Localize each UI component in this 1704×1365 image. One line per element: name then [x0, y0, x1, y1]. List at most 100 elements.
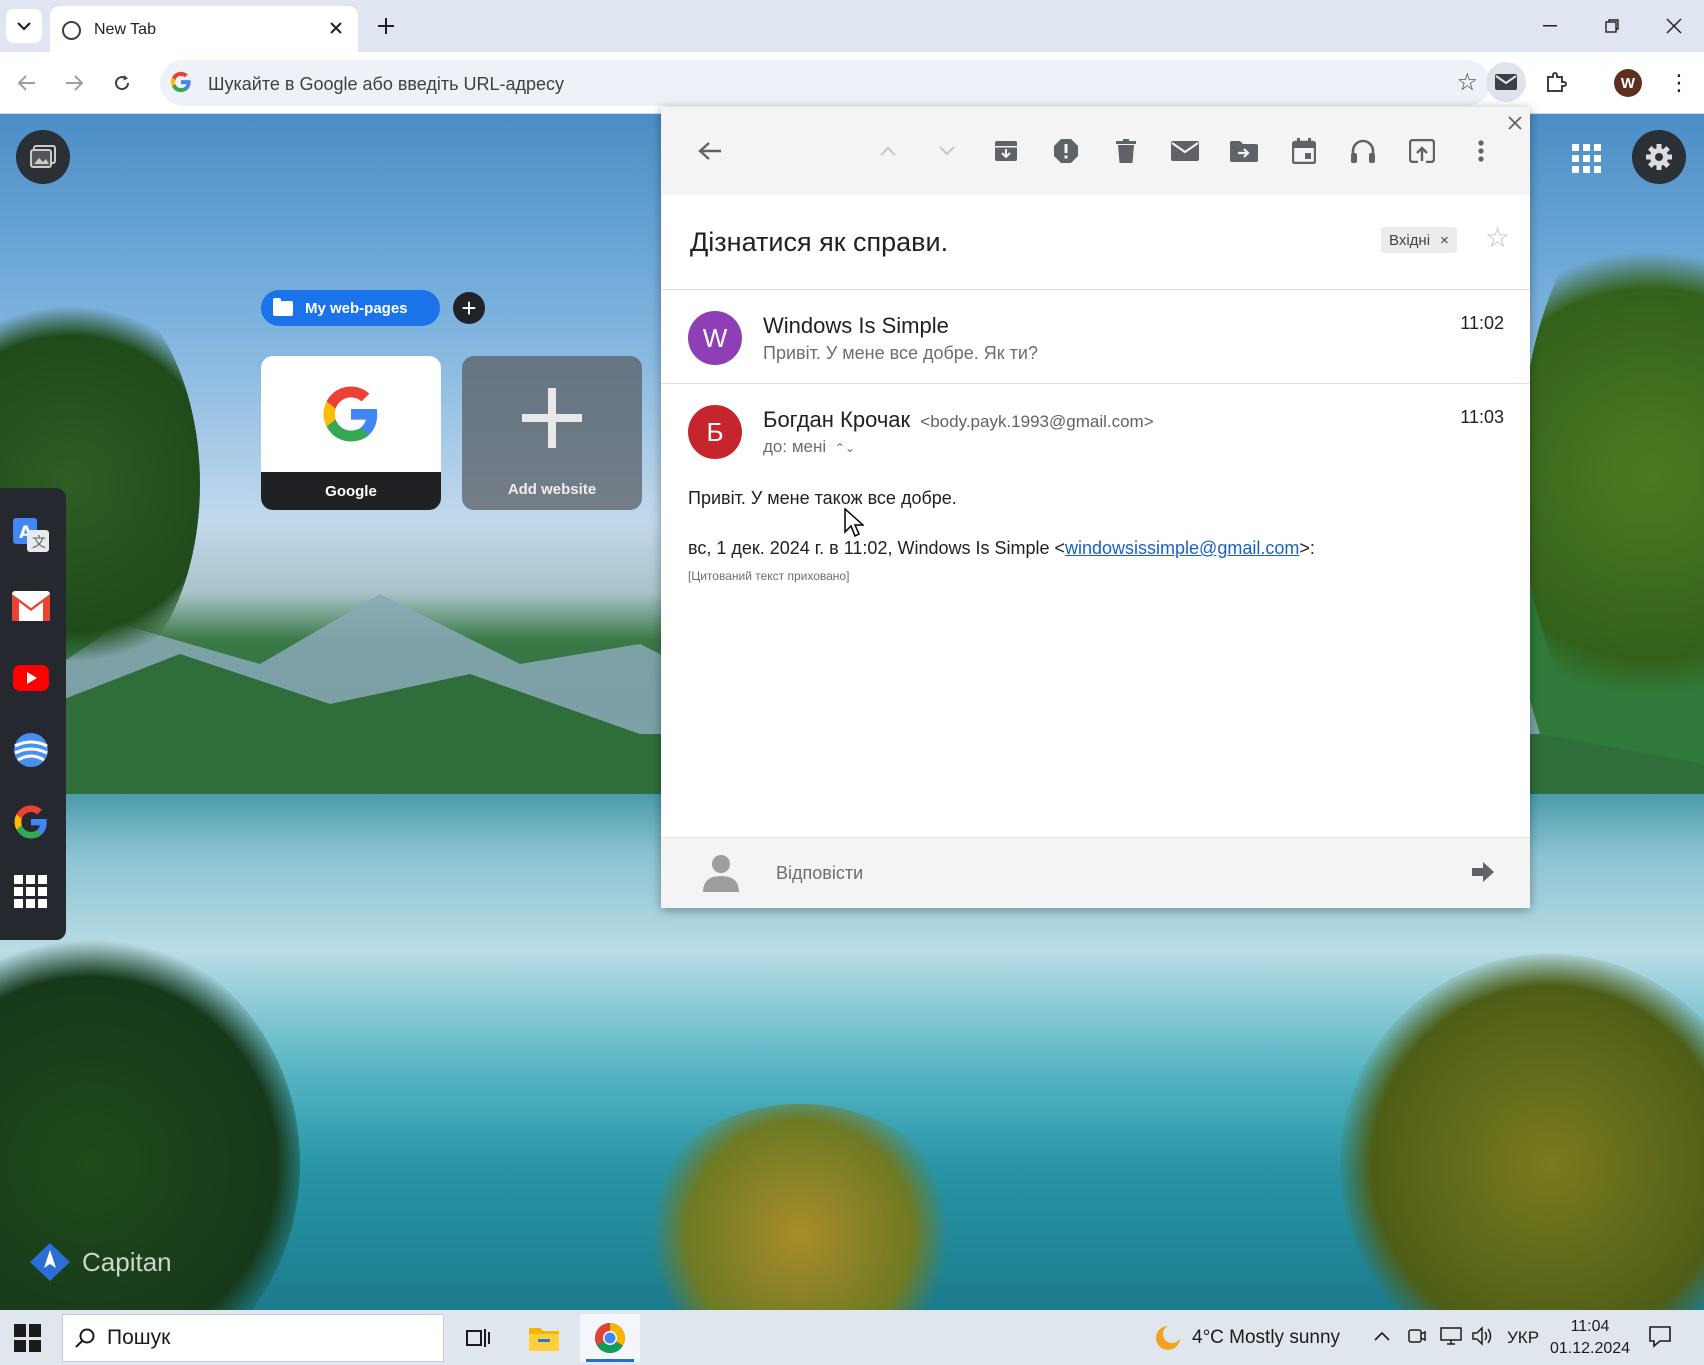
avatar: Б — [688, 405, 742, 459]
star-icon[interactable]: ☆ — [1485, 221, 1510, 254]
recipient-label: до: мені — [763, 437, 827, 456]
tile-label: Google — [261, 472, 441, 510]
expand-details-icon[interactable]: ⌃⌄ — [835, 441, 855, 455]
reply-icon[interactable] — [1472, 862, 1494, 887]
weather-sun-icon — [1156, 1325, 1181, 1350]
more-icon[interactable] — [1461, 131, 1501, 171]
headphones-icon[interactable] — [1343, 131, 1383, 171]
settings-button[interactable] — [1632, 130, 1686, 184]
bookmark-folder-label: My web-pages — [305, 299, 408, 317]
reload-icon[interactable] — [104, 65, 140, 101]
gmail-icon[interactable] — [11, 586, 51, 626]
wallpaper-button[interactable] — [16, 130, 70, 184]
chevron-up-icon[interactable] — [868, 131, 908, 171]
close-icon[interactable] — [324, 16, 348, 40]
move-to-icon[interactable] — [1224, 131, 1264, 171]
google-icon[interactable] — [11, 802, 51, 842]
close-icon[interactable] — [1508, 113, 1522, 136]
message-body: Привіт. У мене також все добре. — [688, 488, 957, 508]
quote-suffix: >: — [1299, 538, 1315, 558]
chevron-down-icon[interactable] — [927, 131, 967, 171]
add-folder-button[interactable]: + — [453, 292, 485, 324]
calendar-icon[interactable] — [1284, 131, 1324, 171]
new-tab-button[interactable] — [372, 12, 400, 40]
remove-label-icon[interactable]: × — [1440, 232, 1449, 249]
apps-icon[interactable] — [1568, 140, 1604, 176]
show-quoted-text[interactable]: [Цитований текст приховано] — [688, 569, 849, 583]
tree-foliage — [1340, 954, 1704, 1310]
restore-icon[interactable] — [1594, 10, 1630, 42]
back-icon[interactable] — [9, 65, 45, 101]
capitan-label: Capitan — [82, 1246, 172, 1277]
sender-name: Windows Is Simple — [763, 313, 949, 338]
youtube-icon[interactable] — [11, 658, 51, 698]
add-website-tile[interactable]: Add website — [462, 356, 642, 510]
gear-icon — [1646, 144, 1672, 170]
tile-label: Add website — [507, 481, 597, 498]
address-bar[interactable]: Шукайте в Google або введіть URL-адресу … — [160, 60, 1490, 106]
profile-avatar[interactable]: W — [1614, 69, 1642, 97]
language-indicator[interactable]: УКР — [1507, 1328, 1539, 1348]
recipient-details[interactable]: до: мені ⌃⌄ — [763, 437, 855, 457]
chevron-up-icon[interactable] — [1374, 1326, 1390, 1346]
message-expanded: Б Богдан Крочак <body.payk.1993@gmail.co… — [661, 385, 1530, 685]
earth-icon[interactable] — [11, 730, 51, 770]
mail-toolbar — [661, 107, 1530, 195]
network-icon[interactable] — [1440, 1326, 1462, 1351]
search-icon — [75, 1328, 95, 1348]
open-in-new-icon[interactable] — [1402, 131, 1442, 171]
minimize-icon[interactable] — [1532, 10, 1568, 42]
weather-widget[interactable]: 4°C Mostly sunny — [1154, 1324, 1340, 1352]
reply-bar[interactable]: Відповісти — [661, 837, 1530, 908]
plus-icon — [522, 388, 582, 448]
google-icon — [323, 386, 378, 442]
inbox-label-chip[interactable]: Вхідні × — [1381, 227, 1457, 253]
translate-icon[interactable]: A文 — [11, 516, 51, 556]
delete-icon[interactable] — [1106, 131, 1146, 171]
windows-start-icon[interactable] — [14, 1324, 42, 1352]
taskbar-search-placeholder: Пошук — [107, 1326, 171, 1349]
tab-list-icon[interactable] — [6, 9, 42, 43]
forward-icon[interactable] — [56, 65, 92, 101]
taskbar-search[interactable]: Пошук — [62, 1314, 444, 1362]
mail-icon[interactable] — [1165, 131, 1205, 171]
reply-input[interactable]: Відповісти — [776, 863, 863, 884]
sender-line: Богдан Крочак <body.payk.1993@gmail.com> — [763, 407, 1154, 433]
bookmark-folder-button[interactable]: My web-pages — [261, 290, 440, 326]
close-window-icon[interactable] — [1656, 10, 1692, 42]
clock-time: 11:04 — [1570, 1318, 1610, 1335]
tree-foliage — [640, 1104, 960, 1310]
subject-row: Дізнатися як справи. Вхідні × ☆ — [661, 195, 1530, 290]
back-icon[interactable] — [690, 131, 730, 171]
email-subject: Дізнатися як справи. — [690, 227, 949, 257]
taskbar-clock[interactable]: 11:04 01.12.2024 — [1550, 1316, 1630, 1360]
taskbar: Пошук 4°C Mostly sunny УКР 11:04 01.12.2… — [0, 1310, 1704, 1365]
capitan-brand: Capitan — [28, 1242, 172, 1282]
extensions-icon[interactable] — [1536, 62, 1576, 102]
volume-icon[interactable] — [1472, 1326, 1494, 1351]
meet-now-icon[interactable] — [1408, 1326, 1426, 1351]
avatar: W — [688, 311, 742, 365]
folder-icon — [273, 297, 293, 316]
task-view-icon[interactable] — [448, 1314, 508, 1362]
address-bar-placeholder: Шукайте в Google або введіть URL-адресу — [208, 74, 565, 94]
chrome-taskbar-icon[interactable] — [580, 1314, 640, 1362]
tab-title: New Tab — [94, 21, 156, 38]
side-dock: A文 — [0, 488, 66, 940]
more-icon[interactable]: ⋮ — [1664, 66, 1694, 100]
report-spam-icon[interactable] — [1046, 131, 1086, 171]
svg-text:文: 文 — [32, 535, 46, 551]
label-text: Вхідні — [1389, 231, 1431, 249]
apps-icon[interactable] — [11, 872, 51, 912]
browser-toolbar: Шукайте в Google або введіть URL-адресу … — [0, 52, 1704, 114]
quote-email-link[interactable]: windowsissimple@gmail.com — [1065, 538, 1299, 558]
message-collapsed[interactable]: W Windows Is Simple Привіт. У мене все д… — [661, 291, 1530, 384]
speed-dial-google[interactable]: Google — [261, 356, 441, 510]
tab-new-tab[interactable]: New Tab — [50, 6, 358, 52]
message-snippet: Привіт. У мене все добре. Як ти? — [763, 343, 1038, 363]
mail-extension-button[interactable] — [1486, 62, 1526, 102]
archive-icon[interactable] — [986, 131, 1026, 171]
notifications-icon[interactable] — [1648, 1324, 1672, 1353]
bookmark-star-icon[interactable]: ☆ — [1456, 68, 1478, 97]
file-explorer-icon[interactable] — [514, 1314, 574, 1362]
